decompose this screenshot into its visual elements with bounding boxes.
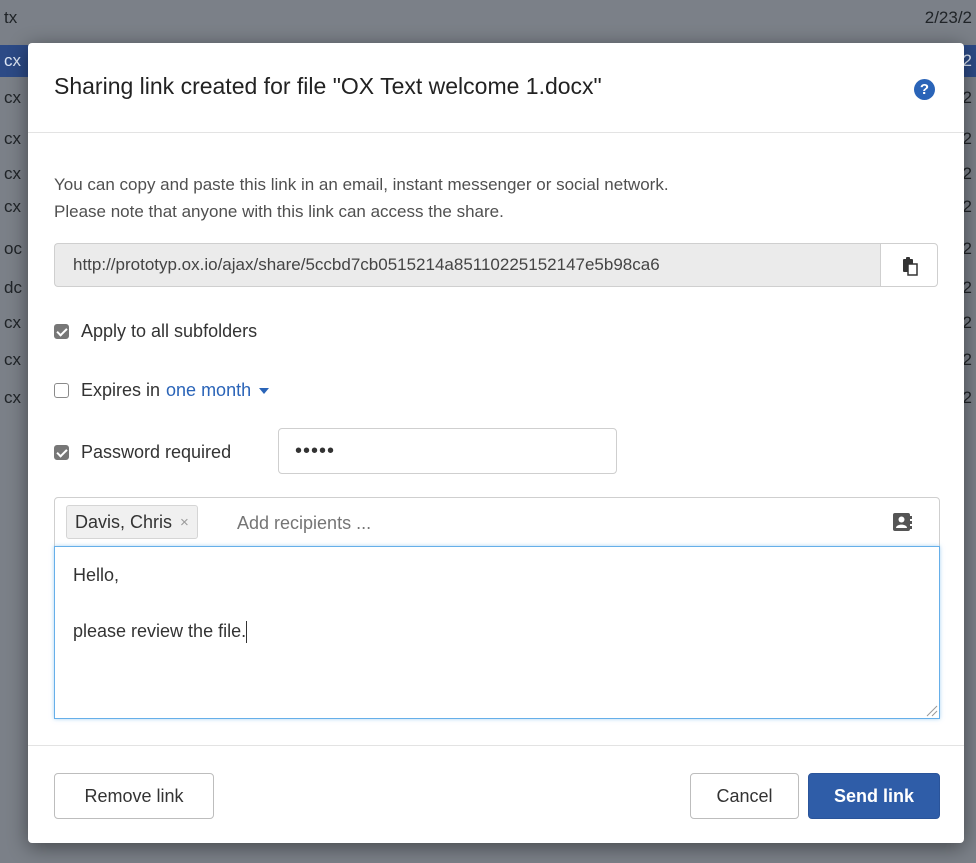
caret-down-icon — [259, 387, 270, 394]
password-checkbox[interactable] — [54, 444, 69, 460]
resize-handle-icon[interactable] — [925, 704, 938, 717]
file-name-fragment: cx — [4, 388, 21, 407]
file-name-fragment: cx — [4, 350, 21, 369]
file-name-fragment: cx — [4, 51, 21, 70]
file-name-fragment: cx — [4, 313, 21, 332]
share-description: You can copy and paste this link in an e… — [54, 171, 934, 225]
send-link-button[interactable]: Send link — [808, 773, 940, 819]
text-cursor — [246, 621, 248, 644]
address-book-icon[interactable] — [891, 511, 913, 533]
recipient-token[interactable]: Davis, Chris × — [66, 505, 198, 539]
file-row: tx 2/23/2 — [0, 4, 976, 32]
apply-subfolders-label: Apply to all subfolders — [81, 320, 258, 341]
apply-subfolders-option: Apply to all subfolders — [54, 316, 257, 346]
message-textarea[interactable]: Hello, please review the file. — [54, 546, 940, 719]
copy-link-button[interactable] — [880, 243, 938, 287]
expires-checkbox[interactable] — [54, 382, 69, 398]
message-line: please review the file. — [73, 617, 921, 645]
share-link-dialog: Sharing link created for file "OX Text w… — [28, 43, 964, 843]
question-circle-icon[interactable]: ? — [914, 79, 935, 100]
password-field[interactable] — [278, 428, 617, 474]
message-text: please review the file. — [73, 621, 247, 641]
message-line: Hello, — [73, 565, 120, 585]
file-name-fragment: cx — [4, 88, 21, 107]
expires-dropdown[interactable]: one month — [166, 379, 270, 401]
clipboard-icon — [903, 257, 918, 276]
dialog-header: Sharing link created for file "OX Text w… — [28, 43, 964, 133]
description-line: Please note that anyone with this link c… — [54, 202, 504, 221]
add-recipients-input[interactable] — [235, 506, 879, 540]
file-name-fragment: cx — [4, 164, 21, 183]
description-line: You can copy and paste this link in an e… — [54, 175, 669, 194]
expires-option: Expires in one month — [54, 375, 270, 405]
expires-label: Expires in — [81, 379, 161, 400]
recipients-field: Davis, Chris × — [54, 497, 940, 547]
file-date-fragment: 2/23/2 — [924, 8, 972, 27]
dialog-footer: Remove link Cancel Send link — [28, 745, 964, 844]
expires-value: one month — [166, 379, 252, 400]
recipient-name: Davis, Chris — [75, 511, 173, 532]
dialog-title: Sharing link created for file "OX Text w… — [54, 73, 602, 99]
file-name-fragment: cx — [4, 129, 21, 148]
cancel-button[interactable]: Cancel — [690, 773, 799, 819]
share-link-group — [54, 243, 938, 287]
remove-recipient-icon[interactable]: × — [180, 514, 189, 531]
share-link-field[interactable] — [54, 243, 880, 287]
remove-link-button[interactable]: Remove link — [54, 773, 214, 819]
password-label: Password required — [81, 441, 232, 462]
file-name-fragment: tx — [4, 8, 18, 27]
apply-subfolders-checkbox[interactable] — [54, 323, 69, 339]
file-name-fragment: dc — [4, 278, 22, 297]
message-line — [73, 589, 921, 617]
file-name-fragment: oc — [4, 239, 22, 258]
file-name-fragment: cx — [4, 197, 21, 216]
password-option: Password required — [54, 437, 231, 467]
